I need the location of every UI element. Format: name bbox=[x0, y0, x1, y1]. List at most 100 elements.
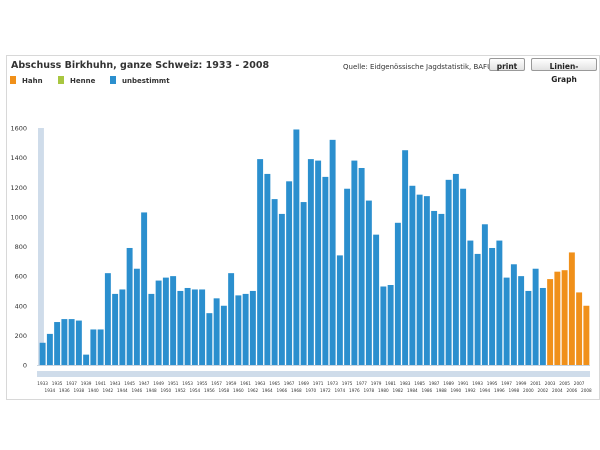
bar-unbestimmt-1989[interactable] bbox=[445, 179, 452, 365]
bar-hahn-2004[interactable] bbox=[554, 271, 561, 365]
bar-unbestimmt-1985[interactable] bbox=[416, 194, 423, 365]
bar-unbestimmt-1959[interactable] bbox=[228, 273, 235, 365]
bar-unbestimmt-1980[interactable] bbox=[380, 286, 387, 365]
bar-hahn-2006[interactable] bbox=[568, 252, 575, 365]
x-tick-label: 1999 bbox=[516, 381, 527, 386]
x-tick-label: 1933 bbox=[37, 381, 48, 386]
x-tick-label: 1955 bbox=[197, 381, 208, 386]
bar-unbestimmt-1992[interactable] bbox=[467, 240, 474, 365]
bar-unbestimmt-1939[interactable] bbox=[83, 354, 90, 365]
bar-unbestimmt-1940[interactable] bbox=[90, 329, 97, 365]
bar-unbestimmt-1999[interactable] bbox=[518, 276, 525, 366]
bar-unbestimmt-1943[interactable] bbox=[112, 293, 119, 365]
x-tick-label: 1958 bbox=[219, 388, 230, 393]
bar-unbestimmt-1947[interactable] bbox=[141, 212, 148, 365]
bar-unbestimmt-1986[interactable] bbox=[423, 196, 430, 365]
bar-unbestimmt-2001[interactable] bbox=[532, 268, 539, 365]
x-tick-label: 2006 bbox=[567, 388, 578, 393]
bar-unbestimmt-1968[interactable] bbox=[293, 129, 300, 365]
x-tick-label: 1946 bbox=[132, 388, 143, 393]
bar-unbestimmt-1976[interactable] bbox=[351, 160, 358, 365]
x-tick-label: 1939 bbox=[81, 381, 92, 386]
bar-unbestimmt-1941[interactable] bbox=[97, 329, 104, 365]
bar-unbestimmt-1937[interactable] bbox=[68, 319, 75, 365]
bar-unbestimmt-1966[interactable] bbox=[278, 213, 285, 365]
bar-unbestimmt-1969[interactable] bbox=[300, 202, 307, 365]
bar-unbestimmt-1963[interactable] bbox=[257, 159, 264, 365]
bar-unbestimmt-1965[interactable] bbox=[271, 199, 278, 365]
bar-unbestimmt-1957[interactable] bbox=[213, 298, 220, 365]
x-tick-label: 1984 bbox=[407, 388, 418, 393]
bar-unbestimmt-1960[interactable] bbox=[235, 295, 242, 365]
bar-unbestimmt-2002[interactable] bbox=[539, 287, 546, 365]
x-tick-label: 1957 bbox=[211, 381, 222, 386]
x-tick-label: 1953 bbox=[182, 381, 193, 386]
x-tick-label: 1942 bbox=[103, 388, 114, 393]
bar-unbestimmt-1956[interactable] bbox=[206, 313, 213, 365]
bar-unbestimmt-1961[interactable] bbox=[242, 293, 249, 365]
bar-unbestimmt-1935[interactable] bbox=[54, 322, 61, 365]
bar-unbestimmt-1978[interactable] bbox=[365, 200, 372, 365]
chart-panel: Abschuss Birkhuhn, ganze Schweiz: 1933 -… bbox=[6, 55, 600, 400]
x-tick-label: 1971 bbox=[313, 381, 324, 386]
bar-unbestimmt-1987[interactable] bbox=[431, 210, 438, 365]
bar-unbestimmt-2000[interactable] bbox=[525, 290, 532, 365]
bar-unbestimmt-1933[interactable] bbox=[39, 342, 46, 365]
bar-unbestimmt-1994[interactable] bbox=[481, 224, 488, 365]
bar-unbestimmt-1953[interactable] bbox=[184, 287, 191, 365]
bar-unbestimmt-1990[interactable] bbox=[452, 173, 459, 365]
bar-unbestimmt-1942[interactable] bbox=[104, 273, 111, 365]
bar-unbestimmt-1951[interactable] bbox=[170, 276, 177, 366]
bar-unbestimmt-1991[interactable] bbox=[460, 188, 467, 365]
bar-unbestimmt-1955[interactable] bbox=[199, 289, 206, 365]
bar-unbestimmt-1998[interactable] bbox=[510, 264, 517, 365]
bar-unbestimmt-1988[interactable] bbox=[438, 213, 445, 365]
x-tick-label: 1937 bbox=[66, 381, 77, 386]
x-tick-label: 1950 bbox=[161, 388, 172, 393]
bar-unbestimmt-1971[interactable] bbox=[315, 160, 322, 365]
bar-unbestimmt-1950[interactable] bbox=[162, 277, 169, 365]
bar-unbestimmt-1944[interactable] bbox=[119, 289, 126, 365]
bar-unbestimmt-1975[interactable] bbox=[344, 188, 351, 365]
bar-unbestimmt-1962[interactable] bbox=[249, 290, 256, 365]
x-tick-label: 1975 bbox=[342, 381, 353, 386]
x-tick-label: 2007 bbox=[574, 381, 585, 386]
x-tick-label: 1997 bbox=[501, 381, 512, 386]
bar-hahn-2007[interactable] bbox=[576, 292, 583, 365]
bar-unbestimmt-1993[interactable] bbox=[474, 253, 481, 365]
bar-unbestimmt-1945[interactable] bbox=[126, 247, 133, 365]
x-tick-label: 1945 bbox=[124, 381, 135, 386]
x-tick-label: 1992 bbox=[465, 388, 476, 393]
bar-unbestimmt-1979[interactable] bbox=[373, 234, 380, 365]
bar-unbestimmt-1973[interactable] bbox=[329, 139, 336, 365]
bar-unbestimmt-1983[interactable] bbox=[402, 150, 409, 365]
bar-unbestimmt-1984[interactable] bbox=[409, 185, 416, 365]
bar-unbestimmt-1934[interactable] bbox=[46, 333, 53, 365]
bar-hahn-2003[interactable] bbox=[547, 279, 554, 365]
bar-unbestimmt-1997[interactable] bbox=[503, 277, 510, 365]
bar-unbestimmt-1952[interactable] bbox=[177, 290, 184, 365]
bar-unbestimmt-1970[interactable] bbox=[307, 159, 314, 365]
bar-unbestimmt-1977[interactable] bbox=[358, 167, 365, 365]
bar-unbestimmt-1936[interactable] bbox=[61, 319, 68, 365]
bar-hahn-2005[interactable] bbox=[561, 270, 568, 365]
bar-unbestimmt-1974[interactable] bbox=[336, 255, 343, 365]
bar-unbestimmt-1982[interactable] bbox=[394, 222, 401, 365]
bar-unbestimmt-1967[interactable] bbox=[286, 181, 293, 365]
bar-unbestimmt-1972[interactable] bbox=[322, 176, 329, 365]
bar-unbestimmt-1964[interactable] bbox=[264, 173, 271, 365]
bar-unbestimmt-1995[interactable] bbox=[489, 247, 496, 365]
bar-unbestimmt-1996[interactable] bbox=[496, 240, 503, 365]
bar-hahn-2008[interactable] bbox=[583, 305, 590, 365]
bar-unbestimmt-1946[interactable] bbox=[133, 268, 140, 365]
bar-unbestimmt-1938[interactable] bbox=[75, 320, 82, 365]
bar-unbestimmt-1954[interactable] bbox=[191, 289, 198, 365]
bar-unbestimmt-1958[interactable] bbox=[220, 305, 227, 365]
bar-unbestimmt-1949[interactable] bbox=[155, 280, 162, 365]
bar-unbestimmt-1981[interactable] bbox=[387, 285, 394, 365]
y-tick-label: 1200 bbox=[10, 184, 27, 192]
bar-unbestimmt-1948[interactable] bbox=[148, 293, 155, 365]
x-tick-label: 1977 bbox=[356, 381, 367, 386]
x-tick-label: 1962 bbox=[248, 388, 259, 393]
x-tick-label: 1963 bbox=[255, 381, 266, 386]
